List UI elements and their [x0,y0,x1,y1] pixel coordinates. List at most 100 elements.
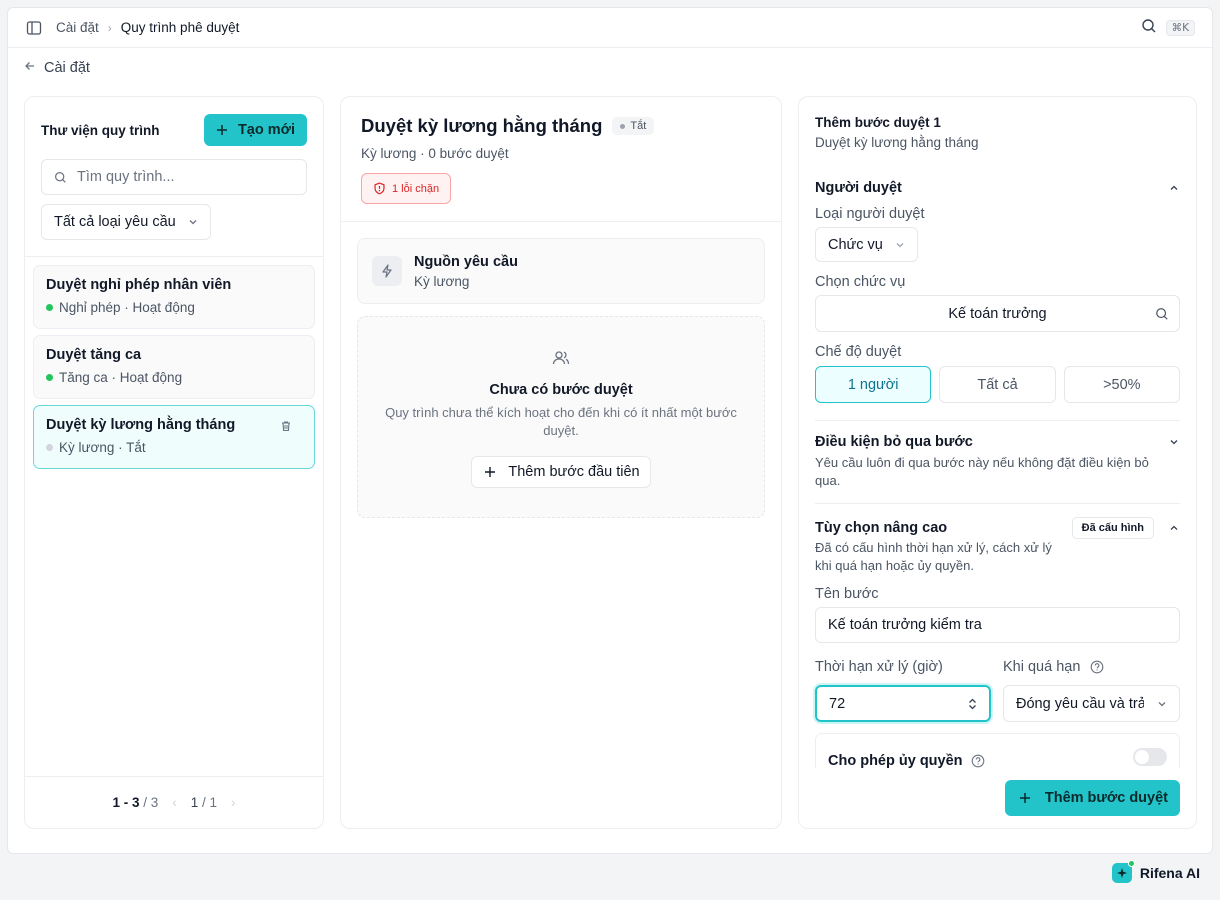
workflow-name: Duyệt tăng ca [46,347,142,363]
source-title: Nguồn yêu cầu [414,253,518,270]
deadline-hours-input[interactable]: 72 [815,685,991,722]
error-badge[interactable]: 1 lỗi chặn [361,173,452,204]
deadline-value: 72 [829,695,846,712]
chevron-left-icon[interactable]: ‹ [172,795,177,810]
workflow-search-input[interactable]: Tìm quy trình... [41,159,307,195]
overdue-value: Đóng yêu cầu và trả [1016,695,1144,712]
add-step-button[interactable]: Thêm bước duyệt [1004,780,1180,816]
approval-mode-segmented: 1 người Tất cả >50% [815,366,1180,403]
back-link[interactable]: Cài đặt [24,60,90,76]
status-badge: Tắt [612,117,655,135]
filter-value: Tất cả loại yêu cầu [54,214,176,230]
configured-tag: Đã cấu hình [1071,517,1154,539]
sidebar-toggle-icon[interactable] [25,19,43,37]
workflow-list-item-selected[interactable]: Duyệt kỳ lương hằng tháng Kỳ lương · Tắt [33,405,315,469]
chevron-down-icon [189,220,197,225]
skip-condition-header[interactable]: Điều kiện bỏ qua bước [815,434,1180,450]
create-workflow-label: Tạo mới [237,122,295,138]
workflow-name: Duyệt kỳ lương hằng tháng [46,417,236,433]
mode-majority[interactable]: >50% [1063,366,1180,403]
workflow-subtitle: Kỳ lương · 0 bước duyệt [361,146,509,161]
brand-name: Rifena AI [1139,865,1200,881]
approver-section-header[interactable]: Người duyệt [815,180,1180,196]
request-source-card[interactable]: Nguồn yêu cầu Kỳ lương [357,238,765,304]
chevron-down-icon [1170,440,1178,445]
chevron-right-icon[interactable]: › [231,795,236,810]
step-name-label: Tên bước [815,586,879,602]
pagination-range: 1 - 3 / 3 [112,795,159,810]
overdue-action-select[interactable]: Đóng yêu cầu và trả [1003,685,1180,722]
empty-steps-state: Chưa có bước duyệt Quy trình chưa thể kí… [357,316,765,518]
workflow-meta: Tăng ca · Hoạt động [59,370,183,385]
search-icon [55,171,66,183]
skip-condition-title: Điều kiện bỏ qua bước [815,434,973,450]
search-placeholder: Tìm quy trình... [77,169,175,185]
role-value: Kế toán trưởng [948,305,1047,322]
source-value: Kỳ lương [414,273,470,289]
workflow-detail-panel: Duyệt kỳ lương hằng tháng Tắt Kỳ lương ·… [340,96,782,829]
step-editor-panel: Thêm bước duyệt 1 Duyệt kỳ lương hằng th… [798,96,1197,829]
workflow-meta: Kỳ lương · Tắt [59,440,146,455]
sparkle-icon [1111,860,1135,883]
back-label: Cài đặt [44,60,90,76]
assistant-launcher[interactable]: Rifena AI [1111,860,1200,883]
advanced-options-header[interactable]: Tùy chọn nâng cao Đã cấu hình [815,517,1180,539]
role-label: Chọn chức vụ [815,274,906,290]
plus-icon [216,125,227,135]
deadline-label: Thời hạn xử lý (giờ) [815,659,943,675]
status-dot [46,444,53,451]
chevron-up-icon [1170,185,1178,190]
workflow-library-panel: Thư viện quy trình Tạo mới Tìm quy trình… [24,96,324,829]
app-window: Cài đặt › Quy trình phê duyệt ⌘K Cài đặt… [7,7,1213,854]
step-editor-footer: Thêm bước duyệt [799,768,1196,828]
overdue-label: Khi quá hạn [1003,659,1081,675]
step-editor-subtitle: Duyệt kỳ lương hằng tháng [815,135,979,150]
mode-one-person[interactable]: 1 người [815,366,932,403]
mode-all[interactable]: Tất cả [939,366,1056,403]
approver-type-select[interactable]: Chức vụ [815,227,918,262]
delegate-toggle[interactable] [1133,748,1167,766]
workflow-list-item[interactable]: Duyệt nghỉ phép nhân viên Nghỉ phép · Ho… [33,265,315,329]
error-badge-label: 1 lỗi chặn [392,182,440,195]
help-icon[interactable] [1090,660,1104,674]
delegate-label: Cho phép ủy quyền [828,753,963,769]
search-icon [1156,307,1168,320]
add-first-step-label: Thêm bước đầu tiên [508,464,640,480]
request-type-filter[interactable]: Tất cả loại yêu cầu [41,204,211,240]
add-first-step-button[interactable]: Thêm bước đầu tiên [471,456,651,488]
step-name-input[interactable]: Kế toán trưởng kiểm tra [815,607,1180,643]
search-icon[interactable] [1141,18,1157,37]
workflow-title: Duyệt kỳ lương hằng tháng [361,115,603,136]
approver-type-label: Loại người duyệt [815,206,925,222]
empty-title: Chưa có bước duyệt [489,382,633,398]
arrow-left-icon [24,60,36,76]
lightning-icon [372,256,402,286]
breadcrumb-current: Quy trình phê duyệt [120,20,240,35]
breadcrumb-parent[interactable]: Cài đặt [56,20,99,35]
step-name-value: Kế toán trưởng kiểm tra [828,617,982,633]
create-workflow-button[interactable]: Tạo mới [203,114,307,146]
overdue-label-row: Khi quá hạn [1003,659,1180,675]
approver-section-title: Người duyệt [815,180,902,196]
workflow-meta: Nghỉ phép · Hoạt động [59,300,195,315]
chevron-up-icon [1170,525,1178,530]
pagination: 1 - 3 / 3 ‹ 1 / 1 › [25,776,323,828]
trash-icon[interactable] [280,419,292,435]
role-search-field[interactable]: Kế toán trưởng [815,295,1180,332]
breadcrumb-separator-icon: › [107,20,112,35]
workflow-list-item[interactable]: Duyệt tăng ca Tăng ca · Hoạt động [33,335,315,399]
shield-alert-icon [374,182,385,195]
status-dot [46,374,53,381]
add-step-label: Thêm bước duyệt [1044,790,1168,806]
advanced-options-title: Tùy chọn nâng cao [815,520,948,536]
plus-icon [485,467,496,477]
chevron-down-icon [1158,701,1166,706]
empty-description: Quy trình chưa thể kích hoạt cho đến khi… [385,405,737,438]
top-bar: Cài đặt › Quy trình phê duyệt ⌘K [8,8,1212,48]
step-editor-title: Thêm bước duyệt 1 [815,115,941,130]
help-icon[interactable] [971,754,985,768]
approval-mode-label: Chế độ duyệt [815,344,902,360]
advanced-options-description: Đã có cấu hình thời hạn xử lý, cách xử l… [815,540,1052,573]
users-icon [552,351,570,370]
stepper-icon[interactable] [968,697,977,711]
